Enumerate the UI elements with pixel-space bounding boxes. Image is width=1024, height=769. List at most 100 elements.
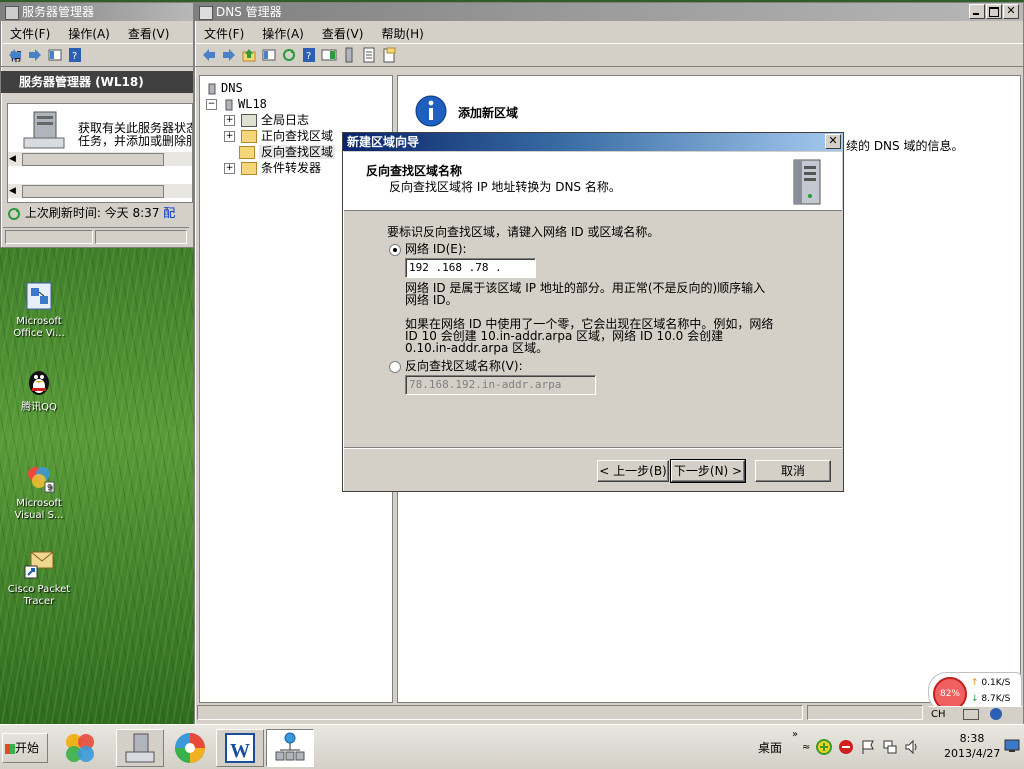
taskbar-server-manager[interactable] <box>116 729 164 767</box>
tree-item-global-logs[interactable]: + 全局日志 <box>206 112 392 128</box>
refresh-icon[interactable] <box>7 207 21 221</box>
action-pane-icon[interactable] <box>321 47 337 63</box>
horizontal-scrollbar-lower[interactable]: ◀ <box>8 184 192 198</box>
server-manager-icon <box>125 733 155 763</box>
expand-icon[interactable]: + <box>224 163 235 174</box>
forward-arrow-icon[interactable] <box>221 47 237 63</box>
refresh-status: 上次刷新时间: 今天 8:37 配 <box>7 204 191 222</box>
desktop-icon-visual-studio[interactable]: 9 Microsoft Visual S... <box>0 462 78 522</box>
stop-icon[interactable] <box>838 739 854 755</box>
language-bar[interactable]: CH <box>928 706 1022 725</box>
input-language[interactable]: CH <box>928 709 946 720</box>
radio-selected-icon[interactable] <box>389 243 401 256</box>
help-icon[interactable]: ? <box>301 47 317 63</box>
taskbar: 开始 W 桌面 » ≈ 8:38 2013/4/27 <box>0 724 1024 769</box>
zone-name-input: 78.168.192.in-addr.arpa <box>405 375 596 395</box>
radio-zone-name[interactable]: 反向查找区域名称(V): <box>389 357 523 374</box>
desktop-icon-label: Cisco Packet <box>7 584 71 595</box>
horizontal-scrollbar[interactable]: ◀ <box>8 152 192 166</box>
flag-icon[interactable] <box>860 739 876 755</box>
forward-arrow-icon[interactable] <box>27 47 43 63</box>
window-title: 新建区域向导 <box>347 135 420 149</box>
radio-unselected-icon[interactable] <box>389 360 401 373</box>
log-icon <box>241 114 257 127</box>
color-wheel-icon <box>175 733 205 763</box>
menu-file[interactable]: 文件(F) <box>195 21 253 44</box>
cancel-button[interactable]: 取消 <box>755 460 831 482</box>
desktop-icon-label: Tracer <box>23 596 55 607</box>
desktop-icon-label: Visual S... <box>14 510 64 521</box>
server-manager-content: 获取有关此服务器状态 任务，并添加或删除服 ◀ ◀ <box>7 103 193 203</box>
next-button[interactable]: 下一步(N) > <box>670 459 746 483</box>
clock-date: 2013/4/27 <box>944 747 1001 760</box>
minimize-button[interactable] <box>969 4 985 19</box>
close-button[interactable]: ✕ <box>1003 4 1019 19</box>
menu-view[interactable]: 查看(V) <box>119 21 179 44</box>
keyboard-icon[interactable] <box>962 708 979 720</box>
app-launcher-icon <box>66 734 94 762</box>
packet-tracer-icon <box>23 548 55 580</box>
menu-action[interactable]: 操作(A) <box>253 21 313 44</box>
refresh-icon[interactable] <box>281 47 297 63</box>
help-icon[interactable] <box>989 708 1002 720</box>
dns-manager-titlebar[interactable]: DNS 管理器 ✕ <box>195 3 1023 21</box>
new-zone-wizard-dialog: 新建区域向导 ✕ 反向查找区域名称 反向查找区域将 IP 地址转换为 DNS 名… <box>342 132 844 492</box>
console-tree-icon[interactable] <box>47 47 63 63</box>
list-icon[interactable] <box>361 47 377 63</box>
desktop-icon-cisco-packet-tracer[interactable]: Cisco Packet Tracer <box>0 548 78 608</box>
properties-icon[interactable] <box>381 47 397 63</box>
tree-item-server[interactable]: − WL18 <box>206 96 392 112</box>
expand-icon[interactable]: + <box>224 115 235 126</box>
server-manager-app-icon <box>5 5 19 20</box>
radio-network-id[interactable]: 网络 ID(E): <box>389 240 467 257</box>
folder-icon <box>241 130 257 143</box>
collapse-icon[interactable]: − <box>206 99 217 110</box>
window-title: DNS 管理器 <box>216 5 282 19</box>
expand-icon[interactable]: + <box>224 131 235 142</box>
desktop-icon-label: Microsoft <box>16 316 62 327</box>
visual-studio-icon: 9 <box>23 462 55 494</box>
tray-plus-icon[interactable] <box>816 739 833 755</box>
clock[interactable]: 8:38 2013/4/27 <box>944 731 1000 761</box>
menu-file[interactable]: 文件(F) <box>1 21 59 44</box>
desktop-icon-qq[interactable]: 腾讯QQ <box>0 366 78 414</box>
taskbar-dns-manager[interactable] <box>266 729 314 767</box>
dns-manager-toolbar: ? <box>195 43 1023 67</box>
show-desktop-icon <box>1004 739 1020 752</box>
back-arrow-icon[interactable] <box>7 47 23 63</box>
svg-text:9: 9 <box>47 483 52 492</box>
taskbar-word[interactable]: W <box>216 729 264 767</box>
console-tree-icon[interactable] <box>261 47 277 63</box>
menu-help[interactable]: 帮助(H) <box>372 21 432 44</box>
server-tower-icon <box>23 111 65 149</box>
menu-view[interactable]: 查看(V) <box>313 21 373 44</box>
maximize-button[interactable] <box>986 4 1002 19</box>
help-icon[interactable]: ? <box>67 47 83 63</box>
qq-penguin-icon <box>23 366 55 398</box>
network-icon[interactable] <box>882 739 898 755</box>
back-button[interactable]: < 上一步(B) <box>597 460 669 482</box>
toolbar-overflow-chevron[interactable]: » <box>792 729 798 740</box>
volume-icon[interactable] <box>904 739 920 755</box>
wizard-titlebar[interactable]: 新建区域向导 ✕ <box>343 133 843 151</box>
server-icon[interactable] <box>341 47 357 63</box>
up-folder-icon[interactable] <box>241 47 257 63</box>
desktop-toolbar-label[interactable]: 桌面 <box>758 739 782 756</box>
show-hidden-icons-chevron[interactable]: ≈ <box>802 742 810 753</box>
taskbar-app-launcher[interactable] <box>56 729 104 767</box>
refresh-time-text: 上次刷新时间: 今天 8:37 <box>24 206 160 220</box>
start-button[interactable]: 开始 <box>2 733 48 763</box>
visio-icon <box>23 280 55 312</box>
tree-item-dns[interactable]: DNS <box>206 80 392 96</box>
configure-refresh-link[interactable]: 配 <box>163 206 175 220</box>
server-manager-titlebar[interactable]: 服务器管理器 <box>1 3 193 21</box>
taskbar-color-app[interactable] <box>166 729 214 767</box>
menu-action[interactable]: 操作(A) <box>59 21 119 44</box>
dns-network-icon <box>275 732 305 761</box>
desktop-icon-office-visio[interactable]: Microsoft Office Vi... <box>0 280 78 340</box>
show-desktop-button[interactable] <box>1004 739 1020 753</box>
zero-note: 如果在网络 ID 中使用了一个零，它会出现在区域名称中。例如，网络 ID 10 … <box>405 317 774 355</box>
close-button[interactable]: ✕ <box>825 134 841 149</box>
back-arrow-icon[interactable] <box>201 47 217 63</box>
network-id-input[interactable]: 192 .168 .78 . <box>405 258 536 278</box>
